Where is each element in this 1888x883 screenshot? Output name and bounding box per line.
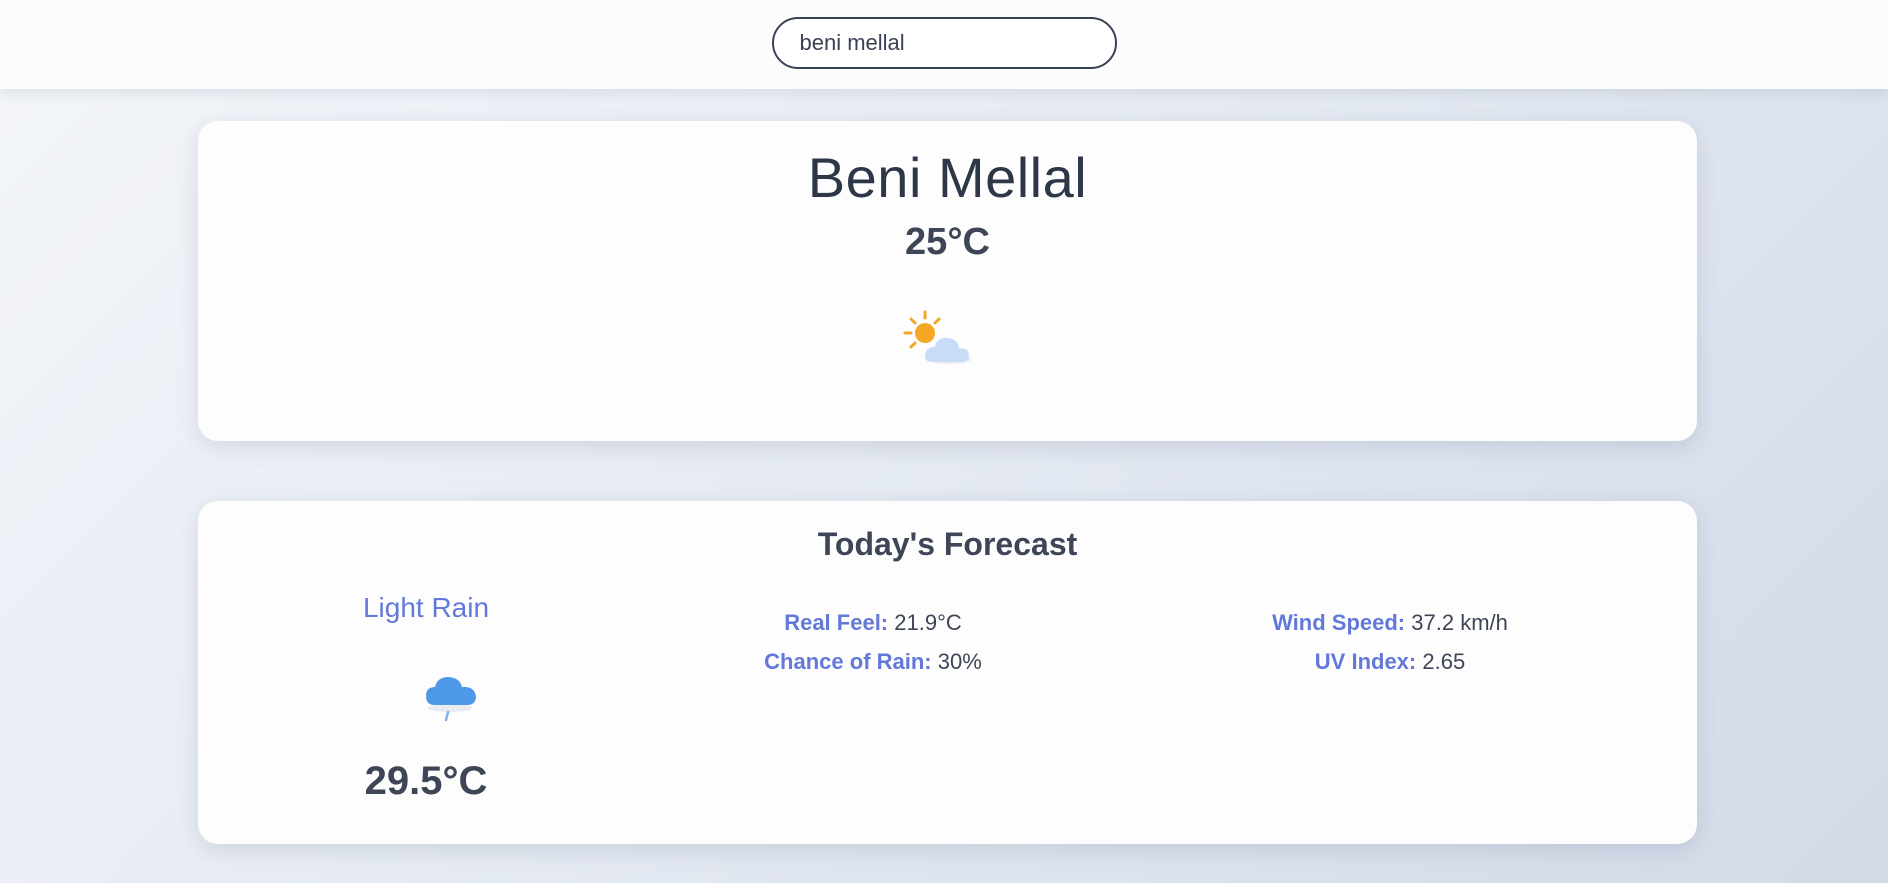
chance-of-rain-row: Chance of Rain: 30% <box>648 642 1098 681</box>
current-weather-card: Beni Mellal 25°C <box>198 121 1697 441</box>
light-rain-icon <box>422 672 482 728</box>
city-name: Beni Mellal <box>807 146 1088 209</box>
partly-cloudy-day-icon <box>903 309 983 369</box>
uv-index-row: UV Index: 2.65 <box>1215 642 1565 681</box>
forecast-title: Today's Forecast <box>817 526 1078 562</box>
forecast-temperature: 29.5°C <box>364 759 488 803</box>
search-input[interactable] <box>771 17 1117 69</box>
wind-speed-label: Wind Speed: <box>1272 610 1406 635</box>
uv-index-value: 2.65 <box>1422 649 1466 674</box>
forecast-condition: Light Rain <box>362 592 490 623</box>
forecast-card: Today's Forecast Light Rain 29.5°C Real … <box>198 501 1697 844</box>
real-feel-value: 21.9°C <box>894 610 962 635</box>
top-bar <box>0 0 1888 89</box>
uv-index-label: UV Index: <box>1314 649 1417 674</box>
forecast-details-middle: Real Feel: 21.9°C Chance of Rain: 30% <box>648 603 1098 681</box>
wind-speed-value: 37.2 km/h <box>1411 610 1508 635</box>
real-feel-row: Real Feel: 21.9°C <box>648 603 1098 642</box>
chance-of-rain-label: Chance of Rain: <box>764 649 932 674</box>
real-feel-label: Real Feel: <box>784 610 889 635</box>
chance-of-rain-value: 30% <box>937 649 982 674</box>
wind-speed-row: Wind Speed: 37.2 km/h <box>1215 603 1565 642</box>
forecast-details-right: Wind Speed: 37.2 km/h UV Index: 2.65 <box>1215 603 1565 681</box>
current-temperature: 25°C <box>905 221 990 263</box>
